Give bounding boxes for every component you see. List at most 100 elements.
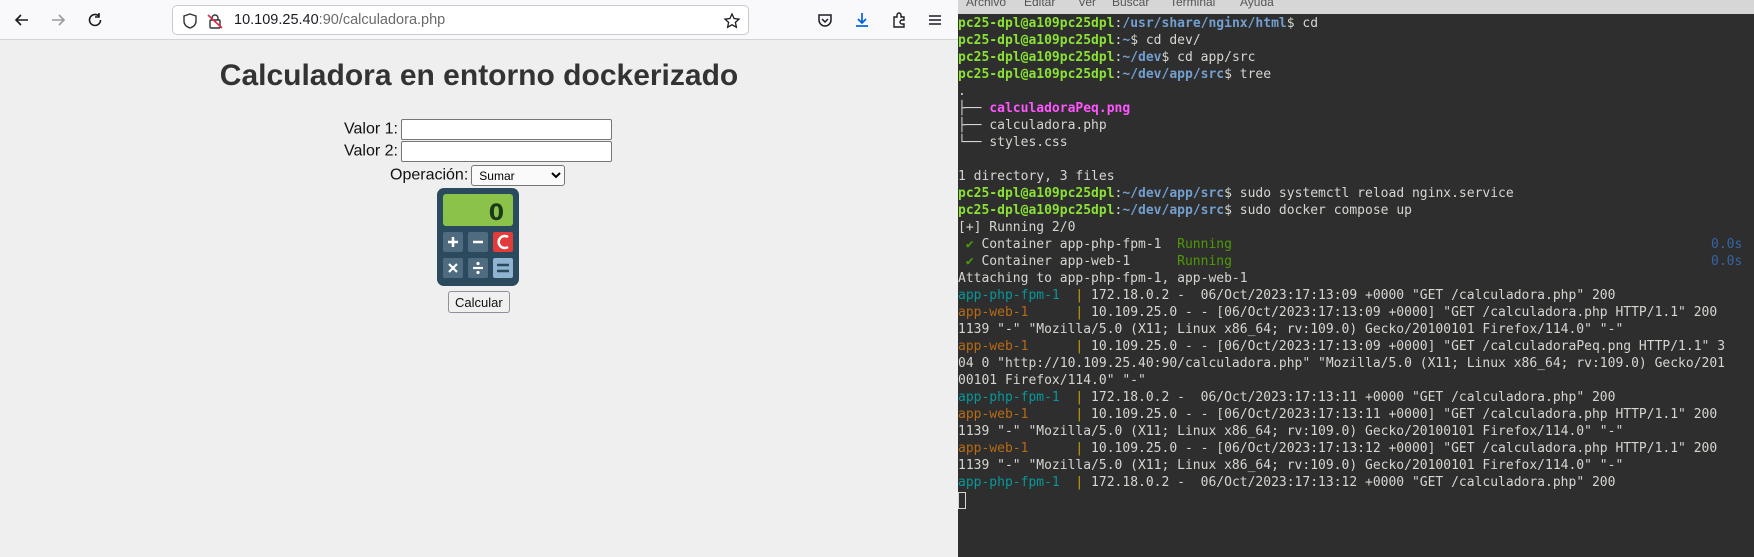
log-line: app-web-1 | 10.109.25.0 - - [06/Oct/2023… (958, 440, 1717, 457)
terminal-output[interactable]: pc25-dpl@a109pc25dpl:/usr/share/nginx/ht… (958, 15, 1754, 557)
shield-icon[interactable] (181, 12, 199, 30)
tree-file: calculadoraPeq.png (989, 101, 1131, 116)
valor2-input[interactable] (400, 141, 612, 162)
url-host: 10.109.25.40 (234, 12, 319, 28)
container-status-row: ✔ Container app-php-fpm-1 Running (958, 236, 1232, 253)
prompt-user: pc25-dpl@a109pc25dpl (958, 186, 1115, 201)
menu-ayuda[interactable]: Ayuda (1240, 0, 1274, 9)
log-text: 172.18.0.2 - 06/Oct/2023:17:13:12 +0000 … (1083, 475, 1616, 490)
log-text: 10.109.25.0 - - [06/Oct/2023:17:13:11 +0… (1083, 407, 1718, 422)
log-text: 10.109.25.0 - - [06/Oct/2023:17:13:09 +0… (1083, 339, 1726, 354)
terminal-line: pc25-dpl@a109pc25dpl:~$ cd dev/ (958, 32, 1201, 49)
container-name: Container app-web-1 (973, 254, 1178, 269)
prompt-dollar: $ (1224, 203, 1240, 218)
check-icon: ✔ (958, 254, 974, 269)
tree-file: calculadora.php (989, 118, 1107, 133)
menu-editar[interactable]: Editar (1024, 0, 1055, 9)
prompt-dollar: $ (1286, 16, 1303, 31)
menu-buscar[interactable]: Buscar (1112, 0, 1149, 9)
operacion-label: Operación: (390, 166, 469, 184)
pocket-button[interactable] (811, 6, 839, 34)
log-source: app-web-1 (958, 407, 1076, 422)
web-page: Calculadora en entorno dockerizado Valor… (0, 41, 958, 557)
terminal-cursor (958, 492, 966, 509)
terminal-line: pc25-dpl@a109pc25dpl:~/dev$ cd app/src (958, 49, 1255, 66)
container-duration: 0.0s (1711, 254, 1743, 269)
container-status: Running (1177, 237, 1232, 252)
log-line: app-web-1 | 10.109.25.0 - - [06/Oct/2023… (958, 338, 1725, 355)
attaching-line: Attaching to app-php-fpm-1, app-web-1 (958, 271, 1248, 286)
log-continuation: 04 0 "http://10.109.25.40:90/calculadora… (958, 356, 1726, 371)
operacion-row: Operación: Sumar (390, 165, 566, 186)
menu-button[interactable] (921, 6, 949, 34)
url-text[interactable]: 10.109.25.40:90/calculadora.php (234, 12, 445, 28)
tree-branch: ├── (958, 101, 990, 116)
valor2-row: Valor 2: (344, 141, 612, 162)
container-status: Running (1177, 254, 1232, 269)
terminal-scrollbar[interactable] (1746, 15, 1754, 557)
reload-icon (88, 13, 102, 27)
calcular-button[interactable]: Calcular (448, 291, 510, 313)
log-source: app-php-fpm-1 (958, 390, 1076, 405)
log-source: app-php-fpm-1 (958, 475, 1076, 490)
prompt-user: pc25-dpl@a109pc25dpl (958, 50, 1115, 65)
check-icon: ✔ (958, 237, 974, 252)
menu-terminal[interactable]: Terminal (1170, 0, 1215, 9)
prompt-dollar: $ (1224, 186, 1240, 201)
url-bar[interactable]: 10.109.25.40:90/calculadora.php (172, 5, 749, 35)
log-source: app-web-1 (958, 339, 1076, 354)
container-status-row: ✔ Container app-web-1 Running (958, 253, 1232, 270)
prompt-path: ~/dev/app/src (1122, 67, 1225, 82)
calculator-display: 0 (489, 201, 504, 226)
tree-branch: ├── (958, 118, 990, 133)
pocket-icon (818, 14, 832, 27)
log-continuation: 00101 Firefox/114.0" "-" (958, 373, 1146, 388)
log-line: app-web-1 | 10.109.25.0 - - [06/Oct/2023… (958, 304, 1717, 321)
command-text: sudo docker compose up (1239, 203, 1412, 218)
arrow-right-icon (52, 14, 66, 26)
terminal-menubar: Archivo Editar Ver Buscar Terminal Ayuda (958, 0, 1754, 14)
bookmark-star-icon[interactable] (723, 12, 741, 30)
container-duration: 0.0s (1711, 237, 1743, 252)
url-path: :90/calculadora.php (318, 12, 446, 28)
prompt-path: /usr/share/nginx/html (1122, 16, 1287, 31)
log-source: app-web-1 (958, 305, 1076, 320)
terminal-line: pc25-dpl@a109pc25dpl:~/dev/app/src$ tree (958, 66, 1271, 83)
tree-branch: └── (958, 135, 990, 150)
container-name: Container app-php-fpm-1 (973, 237, 1178, 252)
forward-button[interactable] (44, 6, 72, 34)
prompt-dollar: $ (1161, 50, 1178, 65)
menu-ver[interactable]: Ver (1078, 0, 1096, 9)
tree-summary: 1 directory, 3 files (958, 169, 1115, 184)
valor1-row: Valor 1: (344, 119, 612, 140)
log-line: app-web-1 | 10.109.25.0 - - [06/Oct/2023… (958, 406, 1717, 423)
log-line: app-php-fpm-1 | 172.18.0.2 - 06/Oct/2023… (958, 474, 1615, 491)
calculator-icon: 0 (437, 188, 519, 286)
prompt-user: pc25-dpl@a109pc25dpl (958, 33, 1115, 48)
reload-button[interactable] (81, 6, 109, 34)
menu-archivo[interactable]: Archivo (966, 0, 1006, 9)
log-source: app-web-1 (958, 441, 1076, 456)
downloads-button[interactable] (848, 6, 876, 34)
insecure-lock-icon[interactable] (206, 12, 224, 30)
log-continuation: 1139 "-" "Mozilla/5.0 (X11; Linux x86_64… (958, 322, 1624, 337)
download-icon (856, 13, 868, 27)
log-text: 172.18.0.2 - 06/Oct/2023:17:13:09 +0000 … (1083, 288, 1616, 303)
operacion-select[interactable]: Sumar (471, 165, 566, 186)
extensions-button[interactable] (885, 6, 913, 34)
back-button[interactable] (8, 6, 36, 34)
log-text: 10.109.25.0 - - [06/Oct/2023:17:13:12 +0… (1083, 441, 1718, 456)
tree-entry: ├── calculadoraPeq.png (958, 100, 1130, 117)
valor1-input[interactable] (400, 119, 612, 140)
prompt-user: pc25-dpl@a109pc25dpl (958, 67, 1115, 82)
hamburger-icon (929, 15, 941, 25)
prompt-dollar: $ (1130, 33, 1146, 48)
command-text: tree (1239, 67, 1272, 82)
log-line: app-php-fpm-1 | 172.18.0.2 - 06/Oct/2023… (958, 287, 1615, 304)
command-text: cd app/src (1177, 50, 1256, 65)
terminal-line: pc25-dpl@a109pc25dpl:~/dev/app/src$ sudo… (958, 185, 1514, 202)
prompt-path: ~/dev/app/src (1122, 186, 1225, 201)
prompt-user: pc25-dpl@a109pc25dpl (958, 16, 1115, 31)
terminal-line: pc25-dpl@a109pc25dpl:~/dev/app/src$ sudo… (958, 202, 1412, 219)
arrow-left-icon (14, 14, 28, 26)
